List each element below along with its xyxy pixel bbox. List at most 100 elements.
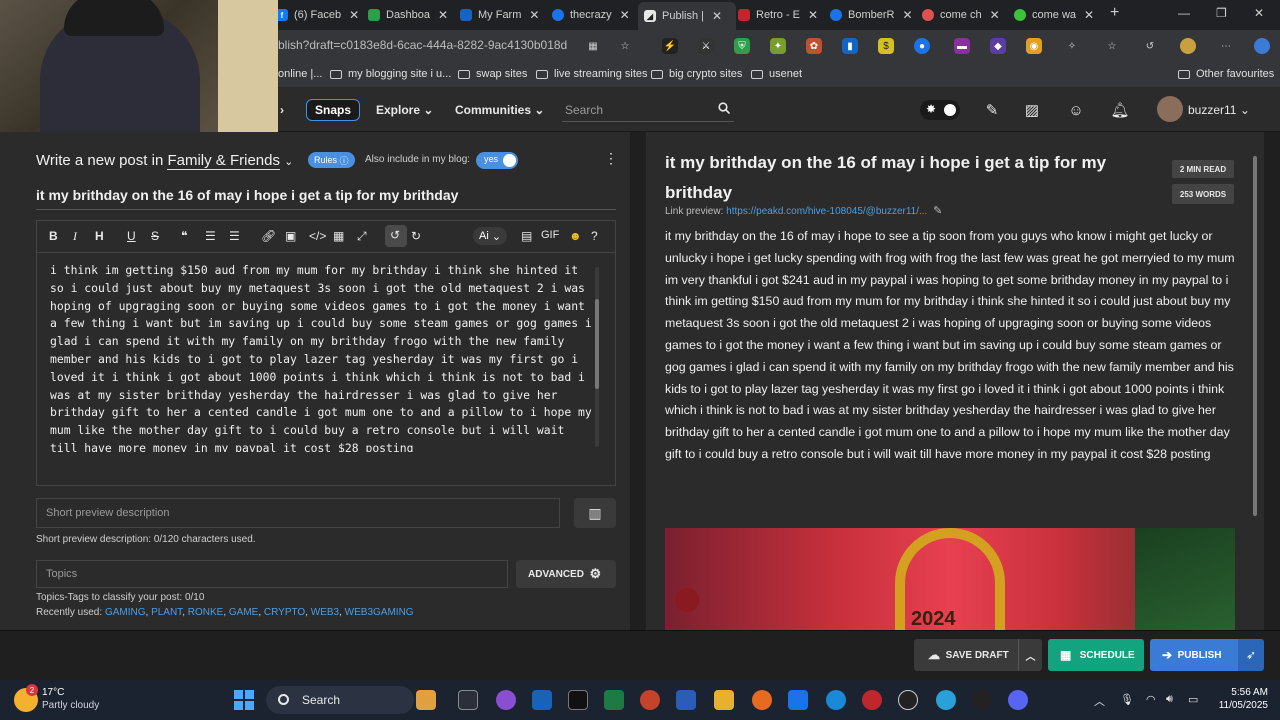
task-view-icon[interactable] [458,690,478,710]
bookmark-item[interactable]: swap sites [458,68,527,80]
bullet-list-icon[interactable]: ☰ [229,229,240,243]
scrollbar-thumb[interactable] [1253,156,1257,516]
preview-link[interactable]: https://peakd.com/hive-108045/@buzzer11/… [726,206,927,217]
copilot-icon[interactable] [1254,38,1270,54]
scrollbar-thumb[interactable] [595,299,599,389]
emoji-icon[interactable]: ☻ [569,229,582,243]
shield-icon[interactable]: ⛨ [734,38,750,54]
close-icon[interactable]: ✕ [712,9,722,23]
word-icon[interactable] [676,690,696,710]
underline-icon[interactable]: U [127,229,136,243]
tools-icon[interactable]: ⤢ [357,229,367,244]
image-icon[interactable]: ▣ [285,229,296,243]
extension-icon[interactable]: ⚔ [698,38,714,54]
app-icon[interactable] [972,690,992,710]
preview-scrollbar[interactable] [1252,144,1258,620]
tag-link[interactable]: GAME [229,607,258,618]
avatar[interactable] [1157,96,1183,122]
redo-icon[interactable]: ↻ [411,229,421,243]
tab-publish[interactable]: ◢ Publish | ✕ [638,2,736,30]
undo-button[interactable]: ↺ [385,225,407,247]
bell-icon[interactable]: 🔔︎ [1110,100,1130,120]
favorite-star-icon[interactable]: ☆ [617,38,633,54]
dollar-icon[interactable]: $ [878,38,894,54]
include-blog-toggle[interactable]: yes [476,152,518,169]
close-icon[interactable]: ✕ [990,8,1000,22]
tag-link[interactable]: GAMING [105,607,146,618]
extension-icon[interactable]: ◉ [1026,38,1042,54]
rules-button[interactable]: Rules ⓘ [308,152,355,168]
tab-thecrazy[interactable]: thecrazy ✕ [552,4,630,26]
tag-link[interactable]: WEB3 [311,607,339,618]
clock-date[interactable]: 11/05/2025 [1206,700,1268,711]
maximize-icon[interactable]: ❐ [1216,6,1227,20]
tab-dashboard[interactable]: Dashboa ✕ [368,4,448,26]
tag-link[interactable]: RONKE [188,607,224,618]
puzzle-icon[interactable]: ✧ [1064,38,1080,54]
profile-icon[interactable] [1180,38,1196,54]
microphone-icon[interactable]: 🎙︎ [1120,693,1134,706]
code-icon[interactable]: </> [309,229,326,243]
gif-button[interactable]: GIF [541,229,559,241]
tag-link[interactable]: WEB3GAMING [345,607,414,618]
powerpoint-icon[interactable] [640,690,660,710]
bookmark-item[interactable]: usenet [751,68,802,80]
close-icon[interactable]: ✕ [620,8,630,22]
copilot-app-icon[interactable] [496,690,516,710]
tab-retro[interactable]: Retro - E ✕ [738,4,818,26]
close-icon[interactable]: ✕ [529,8,539,22]
schedule-button[interactable]: ▦ SCHEDULE [1048,639,1144,671]
outlook-icon[interactable] [532,690,552,710]
nav-communities[interactable]: Communities ⌄ [455,103,544,117]
image-ai-icon[interactable]: ▨ [1022,100,1042,120]
table-icon[interactable]: ▦ [333,229,344,243]
strikethrough-icon[interactable]: S [151,229,159,243]
quote-icon[interactable]: ❝ [181,229,187,243]
battery-icon[interactable]: ▭ [1188,693,1198,706]
file-explorer-icon[interactable] [714,690,734,710]
more-menu-icon[interactable]: ⋯ [1218,38,1234,54]
bookmark-item[interactable]: online |... [278,68,322,80]
body-scrollbar[interactable] [595,267,599,447]
rocket-icon[interactable]: ➶ [1238,639,1264,671]
other-favourites[interactable]: Other favourites [1178,68,1274,80]
topics-input[interactable]: Topics [36,560,508,588]
save-draft-button[interactable]: ☁ SAVE DRAFT ︿ [914,639,1042,671]
excel-icon[interactable] [604,690,624,710]
search-input[interactable]: Search [562,98,734,122]
extension-icon[interactable]: ▬ [954,38,970,54]
snaps-button[interactable]: Snaps [306,99,361,121]
close-icon[interactable]: ✕ [808,8,818,22]
nav-explore[interactable]: Explore ⌄ [376,103,433,117]
app-view-icon[interactable]: ▦ [585,38,601,54]
clock-time[interactable]: 5:56 AM [1212,687,1268,698]
close-icon[interactable]: ✕ [349,8,359,22]
tab-facebook[interactable]: f (6) Faceb ✕ [276,4,359,26]
ordered-list-icon[interactable]: ☰ [205,229,216,243]
title-input[interactable]: it my brithday on the 16 of may i hope i… [36,184,616,210]
close-icon[interactable]: ✕ [1084,8,1094,22]
tab-my-farm[interactable]: My Farm ✕ [460,4,539,26]
body-editor[interactable]: i think im getting $150 aud from my mum … [36,252,616,486]
search-icon[interactable] [718,102,730,114]
publish-button[interactable]: ➔ PUBLISH [1150,639,1238,671]
extension-icon[interactable]: ◆ [990,38,1006,54]
theme-toggle[interactable]: ✸ [920,100,960,120]
notion-icon[interactable] [568,690,588,710]
tab-come-wa[interactable]: come wa ✕ [1014,4,1094,26]
bookmark-item[interactable]: my blogging site i u... [330,68,451,80]
community-selector[interactable]: Family & Friends [167,152,280,170]
short-description-input[interactable]: Short preview description [36,498,560,528]
ai-button[interactable]: Ai ⌄ [473,227,508,245]
taskbar-search[interactable]: Search [266,686,414,714]
extension-icon[interactable]: ✿ [806,38,822,54]
windows-start-icon[interactable] [234,690,254,710]
history-icon[interactable]: ↺ [1142,38,1158,54]
bookmark-item[interactable]: big crypto sites [651,68,742,80]
wifi-icon[interactable]: ◠ [1146,693,1156,706]
heading-icon[interactable]: H [95,229,104,243]
extension-icon[interactable]: ⚡ [662,38,678,54]
tag-link[interactable]: PLANT [151,607,182,618]
pencil-icon[interactable]: ✎ [930,205,942,217]
discord-icon[interactable] [1008,690,1028,710]
